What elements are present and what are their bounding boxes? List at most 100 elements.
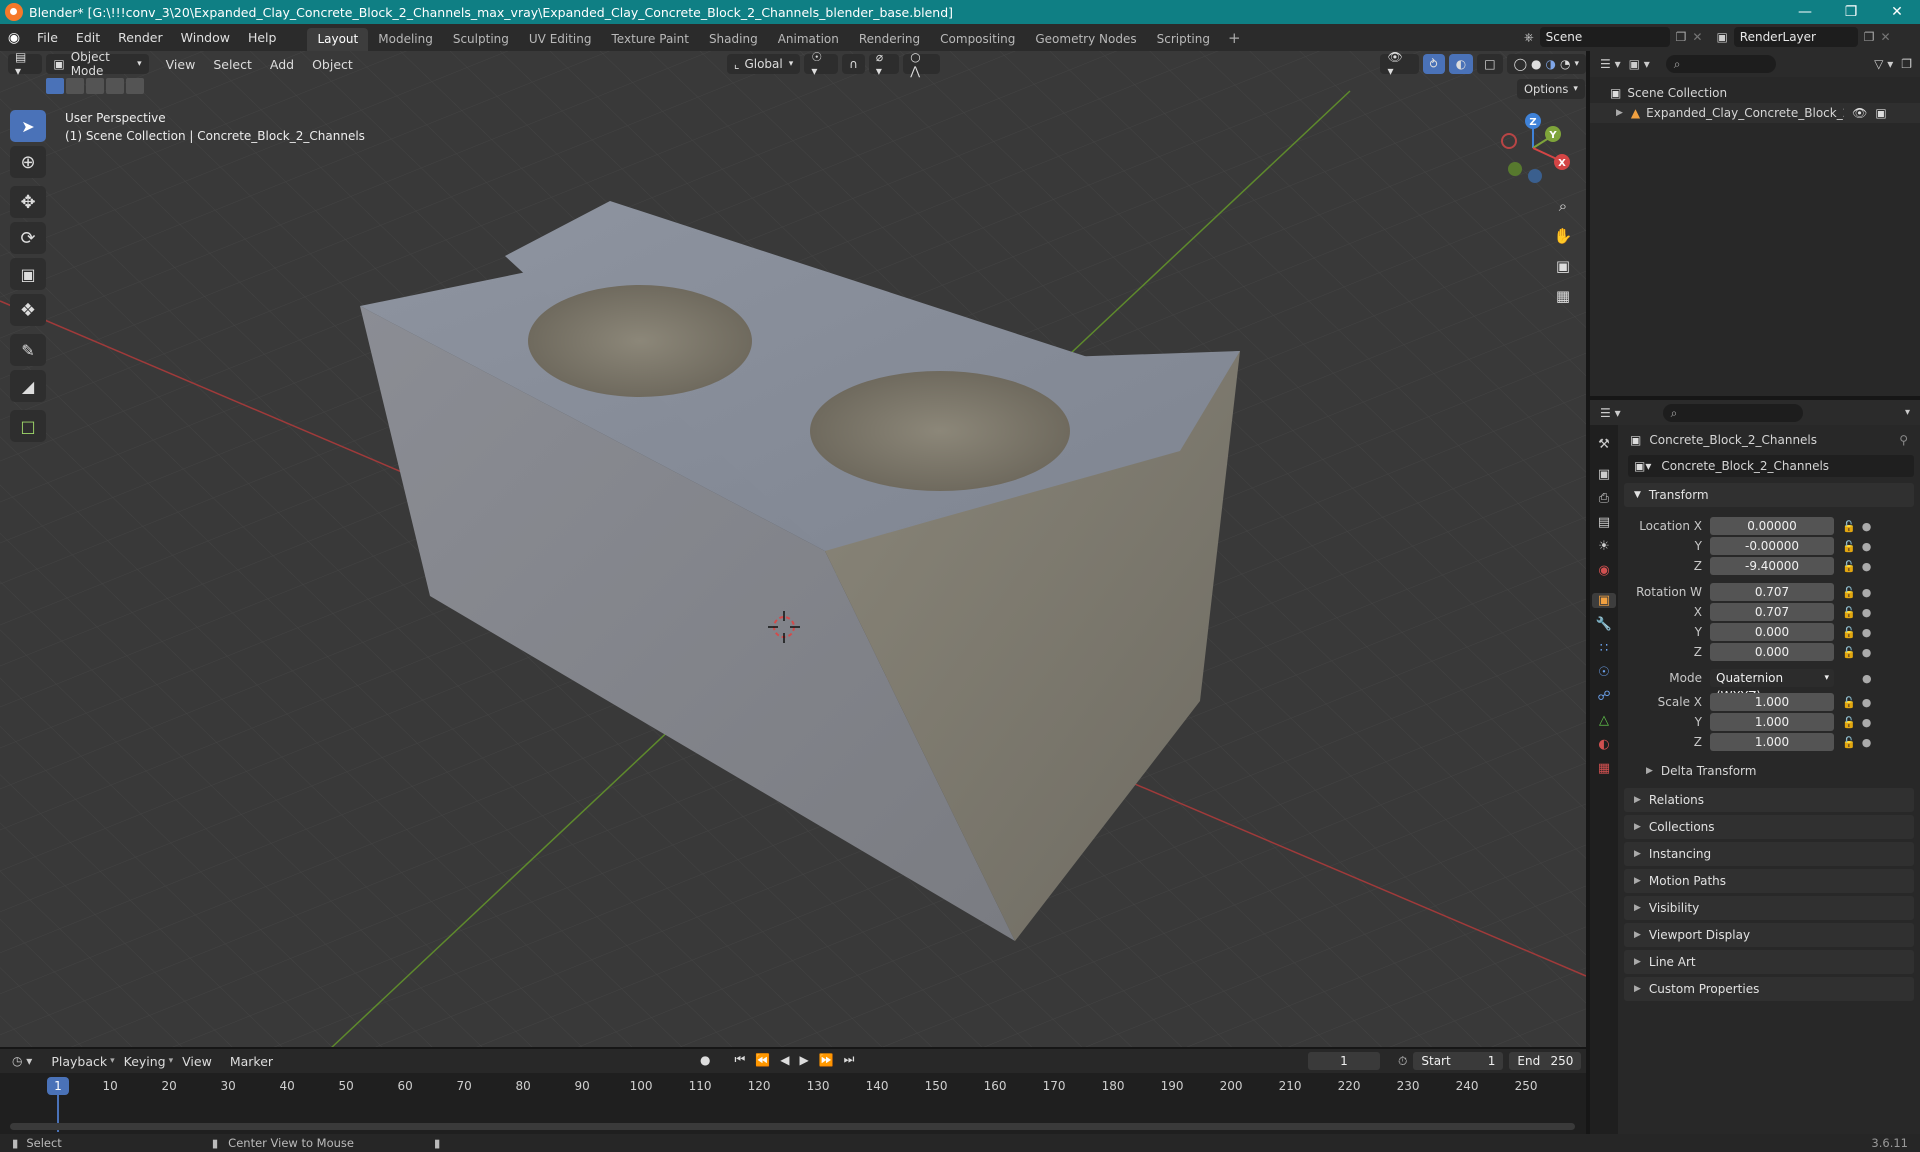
outliner-search-input[interactable]: ⌕ (1665, 55, 1776, 73)
output-tab-icon[interactable]: ⎙ (1599, 491, 1609, 506)
modifier-tab-icon[interactable]: 🔧 (1596, 617, 1612, 632)
pin-icon[interactable]: ⚲ (1899, 433, 1908, 447)
view-layer-icon[interactable]: ▣ (1716, 30, 1727, 44)
scene-selector[interactable]: Scene (1539, 27, 1670, 47)
move-tool[interactable]: ✥ (10, 186, 46, 218)
blender-menu-icon[interactable]: ◉ (0, 30, 28, 46)
visibility-selector[interactable]: 👁 ▾ (1380, 50, 1419, 78)
keyframe-dot-icon[interactable]: ● (1862, 586, 1872, 599)
display-mode-icon[interactable]: ▣ ▾ (1629, 57, 1650, 71)
particles-tab-icon[interactable]: ∷ (1600, 641, 1608, 656)
world-tab-icon[interactable]: ◉ (1598, 563, 1609, 578)
tab-layout[interactable]: Layout (307, 28, 369, 51)
shading-mode-group[interactable]: ◯ ● ◑ ◔ ▾ (1506, 54, 1586, 74)
keyframe-dot-icon[interactable]: ● (1862, 736, 1872, 749)
scale-z-field[interactable]: 1.000 (1710, 733, 1834, 751)
lock-icon[interactable]: 🔓 (1842, 520, 1856, 533)
rotation-w-field[interactable]: 0.707 (1710, 583, 1834, 601)
xray-toggle[interactable]: □ (1477, 54, 1503, 74)
tab-animation[interactable]: Animation (768, 28, 849, 51)
close-icon[interactable]: ✕ (1874, 0, 1920, 24)
scene-new-icon[interactable]: ❐ (1676, 30, 1687, 44)
tab-compositing[interactable]: Compositing (930, 28, 1025, 51)
tab-sculpting[interactable]: Sculpting (443, 28, 519, 51)
cursor-tool[interactable]: ⊕ (10, 146, 46, 178)
tab-scripting[interactable]: Scripting (1147, 28, 1220, 51)
editor-type-button[interactable]: ▤ ▾ (8, 50, 43, 78)
outliner-editor-type-icon[interactable]: ☰ ▾ (1600, 57, 1621, 71)
lock-icon[interactable]: 🔓 (1842, 716, 1856, 729)
material-tab-icon[interactable]: ◐ (1598, 737, 1609, 752)
wireframe-icon[interactable]: ◯ (1514, 57, 1527, 71)
add-workspace-icon[interactable]: + (1220, 29, 1249, 47)
tool-tab-icon[interactable]: ⚒ (1598, 437, 1610, 452)
select-new-icon[interactable] (46, 78, 64, 94)
transform-panel-header[interactable]: ▼ Transform (1624, 483, 1914, 507)
menu-edit[interactable]: Edit (67, 24, 109, 51)
outliner-root-row[interactable]: ▣ Scene Collection (1590, 83, 1920, 103)
menu-add[interactable]: Add (261, 57, 303, 72)
rotate-tool[interactable]: ⟳ (10, 222, 46, 254)
chevron-down-icon[interactable]: ▾ (1905, 407, 1910, 418)
expand-arrow-icon[interactable]: ▶ (1616, 108, 1623, 118)
location-z-field[interactable]: -9.40000 (1710, 557, 1834, 575)
grid-projection-icon[interactable]: ▦ (1550, 283, 1576, 309)
render-tab-icon[interactable]: ▣ (1598, 467, 1610, 482)
scale-tool[interactable]: ▣ (10, 258, 46, 290)
keyframe-dot-icon[interactable]: ● (1862, 716, 1872, 729)
menu-select[interactable]: Select (204, 57, 261, 72)
view-layer-tab-icon[interactable]: ▤ (1598, 515, 1610, 530)
annotate-tool[interactable]: ✎ (10, 334, 46, 366)
scale-y-field[interactable]: 1.000 (1710, 713, 1834, 731)
snap-options-button[interactable]: ⌀ ▾ (868, 50, 900, 78)
lock-icon[interactable]: 🔓 (1842, 626, 1856, 639)
transform-orientation-selector[interactable]: ⌞ Global ▾ (726, 54, 801, 74)
timeline-ruler[interactable]: 10 20 30 40 50 60 70 80 90 100 110 120 130 140 150 160 1… (0, 1049, 1586, 1134)
keyframe-dot-icon[interactable]: ● (1862, 540, 1872, 553)
viewport-scene[interactable]: Z Y X (0, 51, 1586, 1049)
object-data-tab-icon[interactable]: △ (1599, 713, 1609, 728)
keyframe-dot-icon[interactable]: ● (1862, 646, 1872, 659)
measure-tool[interactable]: ◢ (10, 370, 46, 402)
select-invert-icon[interactable] (106, 78, 124, 94)
lock-icon[interactable]: 🔓 (1842, 646, 1856, 659)
keyframe-dot-icon[interactable]: ● (1862, 626, 1872, 639)
properties-search-input[interactable]: ⌕ (1662, 403, 1803, 422)
keyframe-dot-icon[interactable]: ● (1862, 606, 1872, 619)
menu-render[interactable]: Render (109, 24, 172, 51)
minimize-icon[interactable]: — (1782, 0, 1828, 24)
tab-rendering[interactable]: Rendering (849, 28, 930, 51)
gizmo-toggle[interactable]: ⥁ (1422, 54, 1445, 74)
zoom-icon[interactable]: ⌕ (1550, 193, 1576, 219)
rendered-icon[interactable]: ◔ (1560, 57, 1570, 71)
snap-toggle[interactable]: ∩ (842, 54, 865, 74)
select-intersect-icon[interactable] (126, 78, 144, 94)
keyframe-dot-icon[interactable]: ● (1862, 672, 1872, 685)
constraints-tab-icon[interactable]: ☍ (1597, 689, 1610, 704)
tab-modeling[interactable]: Modeling (368, 28, 443, 51)
select-subtract-icon[interactable] (86, 78, 104, 94)
scene-remove-icon[interactable]: ✕ (1692, 30, 1702, 44)
viewport-display-panel-header[interactable]: ▶ Viewport Display (1624, 923, 1914, 947)
rotation-z-field[interactable]: 0.000 (1710, 643, 1834, 661)
proportional-edit-toggle[interactable]: ○ ⋀ (903, 50, 941, 78)
solid-icon[interactable]: ● (1531, 57, 1541, 71)
object-datablock-field[interactable]: ▣▾ Concrete_Block_2_Channels (1628, 455, 1914, 477)
maximize-icon[interactable]: ❐ (1828, 0, 1874, 24)
instancing-panel-header[interactable]: ▶ Instancing (1624, 842, 1914, 866)
select-box-tool[interactable]: ➤ (10, 110, 46, 142)
physics-tab-icon[interactable]: ☉ (1598, 665, 1610, 680)
location-x-field[interactable]: 0.00000 (1710, 517, 1834, 535)
menu-window[interactable]: Window (172, 24, 239, 51)
keyframe-dot-icon[interactable]: ● (1862, 696, 1872, 709)
tab-shading[interactable]: Shading (699, 28, 768, 51)
material-preview-icon[interactable]: ◑ (1545, 57, 1555, 71)
lock-icon[interactable]: 🔓 (1842, 606, 1856, 619)
custom-properties-panel-header[interactable]: ▶ Custom Properties (1624, 977, 1914, 1001)
relations-panel-header[interactable]: ▶ Relations (1624, 788, 1914, 812)
camera-render-icon[interactable]: ▣ (1875, 106, 1886, 120)
view-layer-selector[interactable]: RenderLayer (1733, 27, 1858, 47)
pan-hand-icon[interactable]: ✋ (1550, 223, 1576, 249)
new-collection-icon[interactable]: ❐ (1901, 57, 1912, 71)
camera-view-icon[interactable]: ▣ (1550, 253, 1576, 279)
